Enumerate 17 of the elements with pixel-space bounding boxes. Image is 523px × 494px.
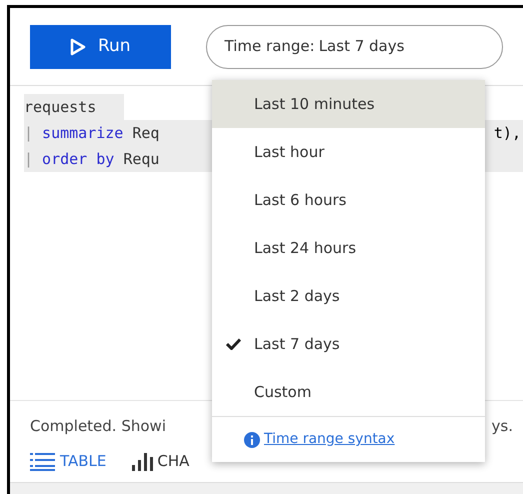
menu-item[interactable]: Last 24 hours [212, 224, 485, 272]
list-icon [30, 450, 56, 471]
status-text: Completed. Showi [30, 416, 166, 437]
run-button[interactable]: Run [30, 24, 171, 68]
view-tab[interactable]: CHA [131, 450, 190, 472]
menu-item[interactable]: Last 7 days [212, 320, 485, 368]
menu-item[interactable]: Last 6 hours [212, 176, 485, 224]
time-range-dropdown[interactable]: Time range: Last 7 days [206, 24, 503, 68]
menu-item[interactable]: Last 10 minutes [212, 80, 485, 128]
status-text: ys. [492, 416, 513, 437]
menu-item[interactable]: Last 2 days [212, 272, 485, 320]
info-icon [244, 432, 260, 448]
play-icon [70, 38, 86, 56]
bar-chart-icon [131, 450, 154, 471]
view-tab[interactable]: TABLE [30, 450, 106, 472]
menu-item[interactable]: Custom [212, 368, 485, 416]
syntax-link[interactable]: Time range syntax [264, 429, 395, 450]
